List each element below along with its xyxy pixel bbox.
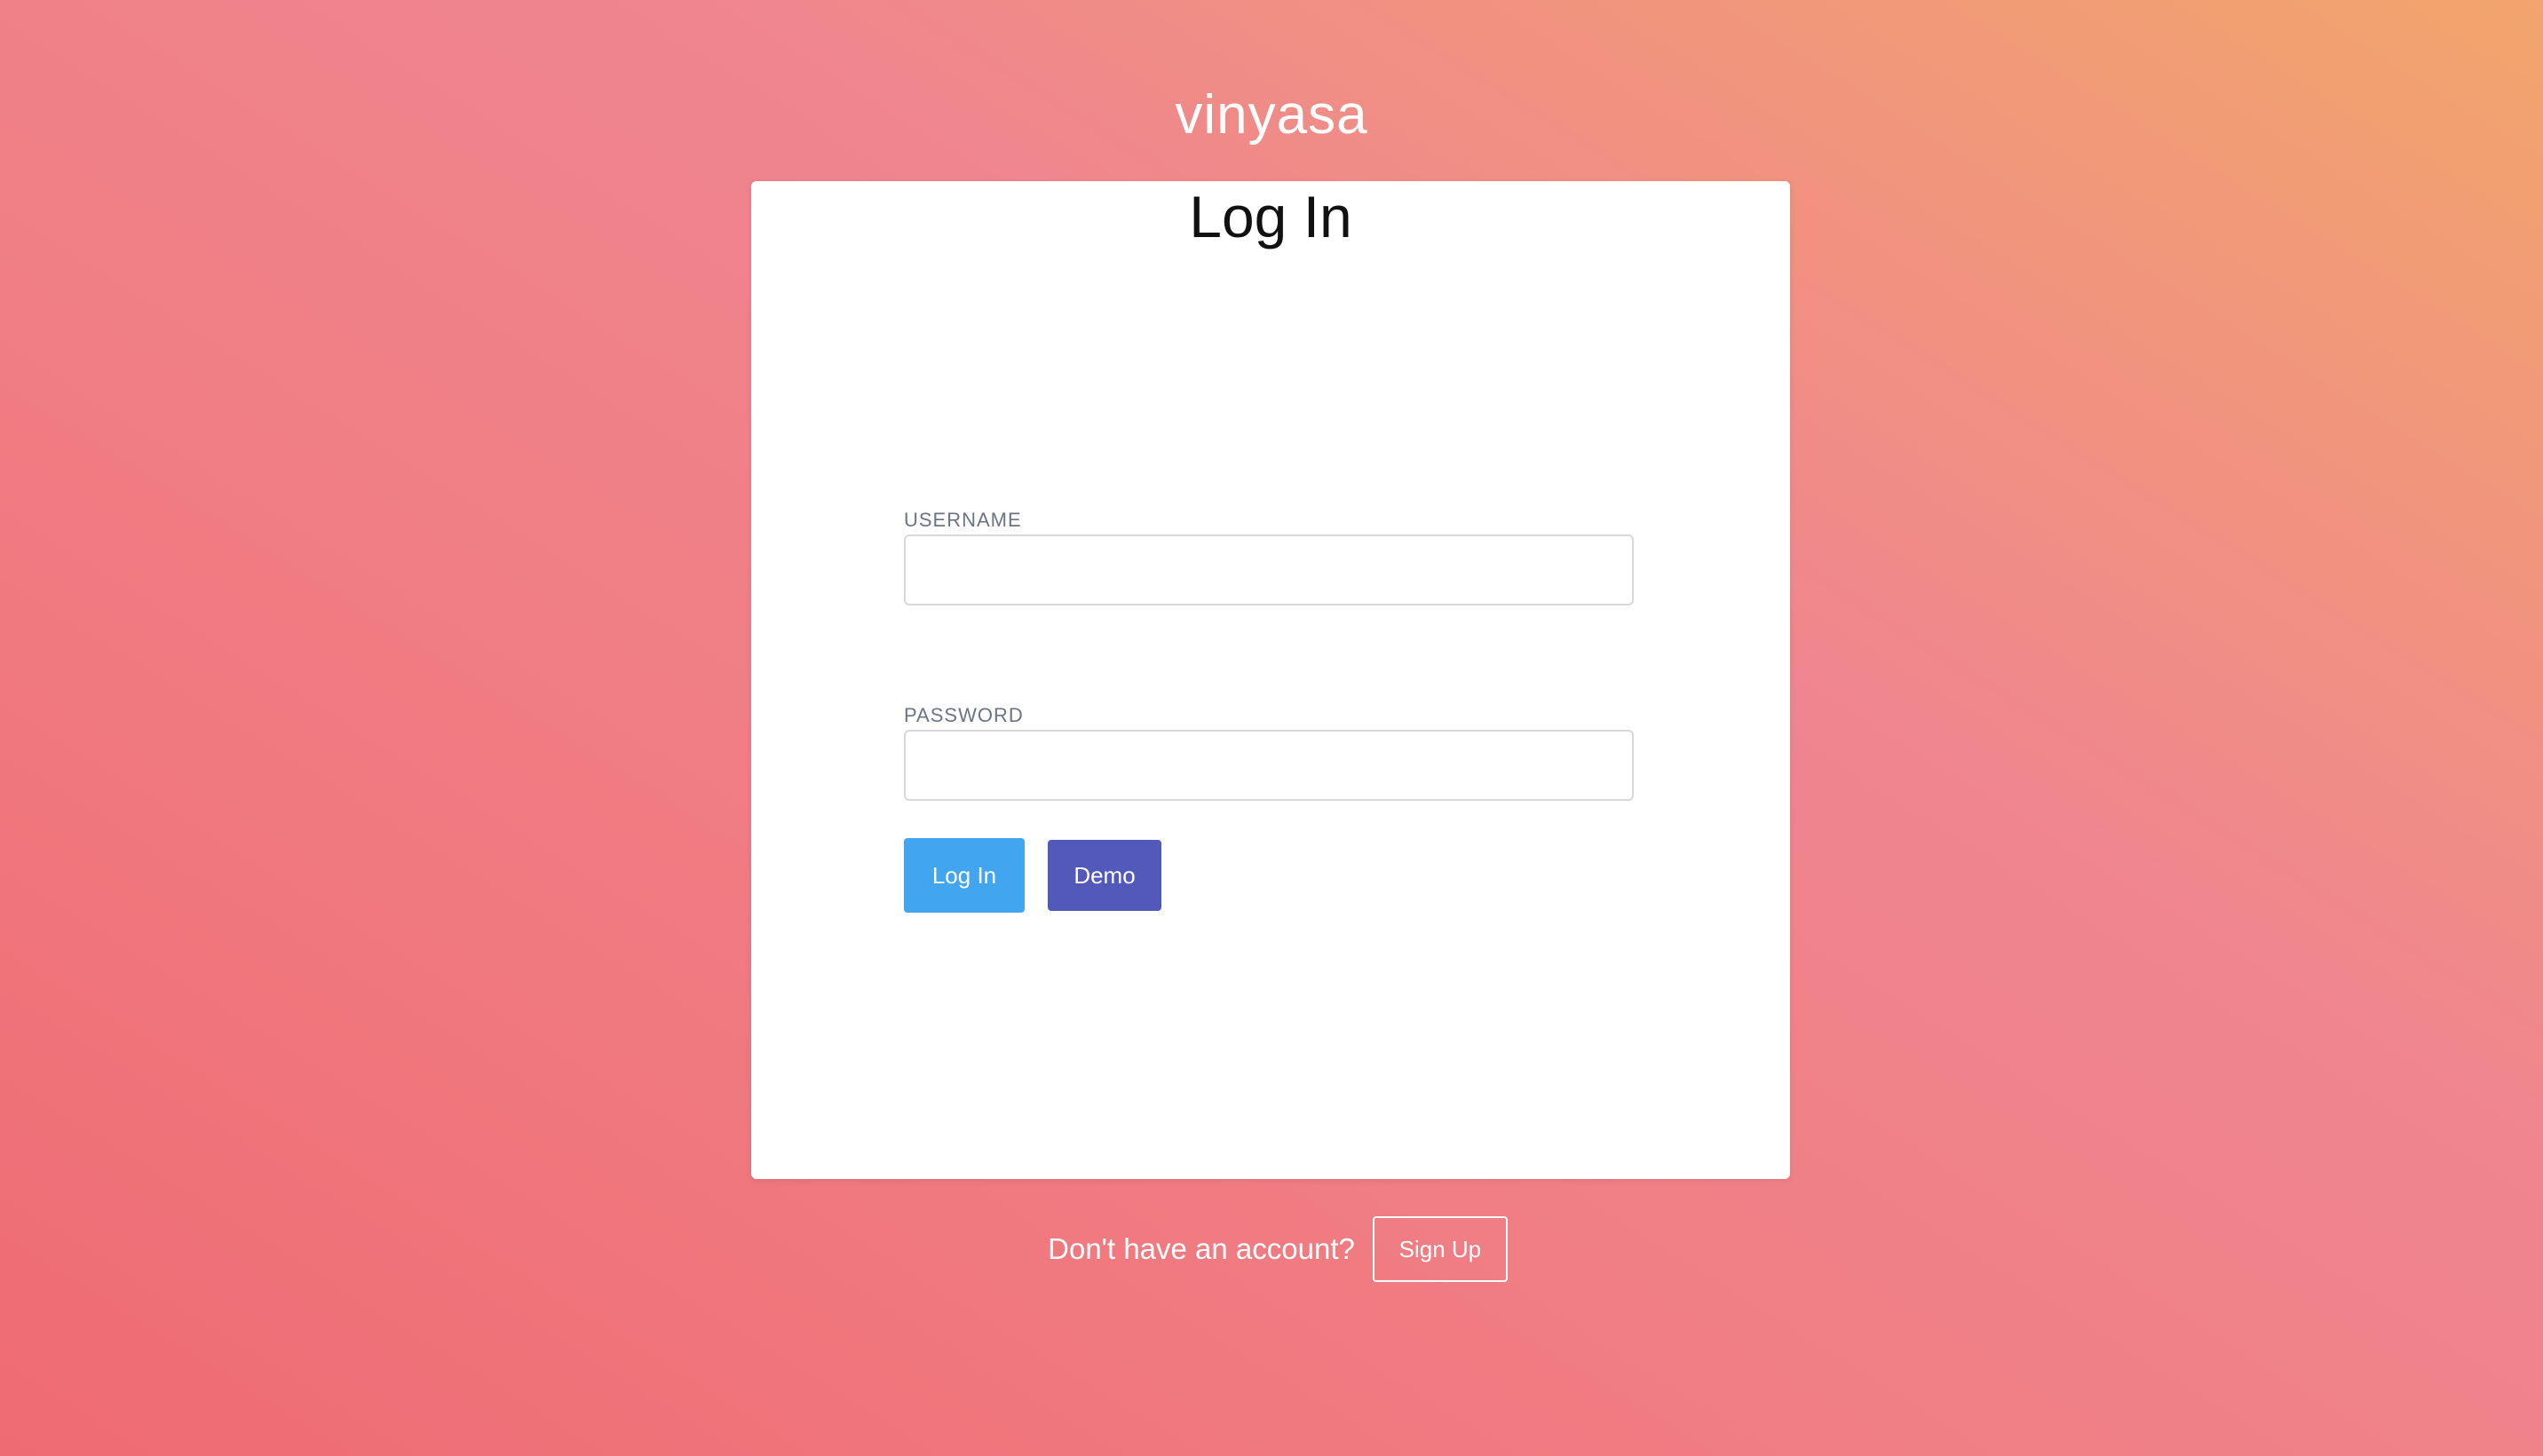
signup-prompt: Don't have an account? [1048,1232,1355,1265]
app-title: vinyasa [1175,84,1368,146]
login-button[interactable]: Log In [904,838,1025,913]
login-card: Log In USERNAME PASSWORD Log In Demo [751,181,1790,1179]
login-heading: Log In [1189,184,1352,249]
demo-button[interactable]: Demo [1048,840,1161,911]
username-input[interactable] [904,534,1634,605]
password-input[interactable] [904,730,1634,801]
password-label: PASSWORD [904,704,1024,726]
signup-button[interactable]: Sign Up [1372,1216,1508,1282]
signup-row: Don't have an account? Sign Up [0,1216,2543,1282]
username-label: USERNAME [904,509,1022,531]
